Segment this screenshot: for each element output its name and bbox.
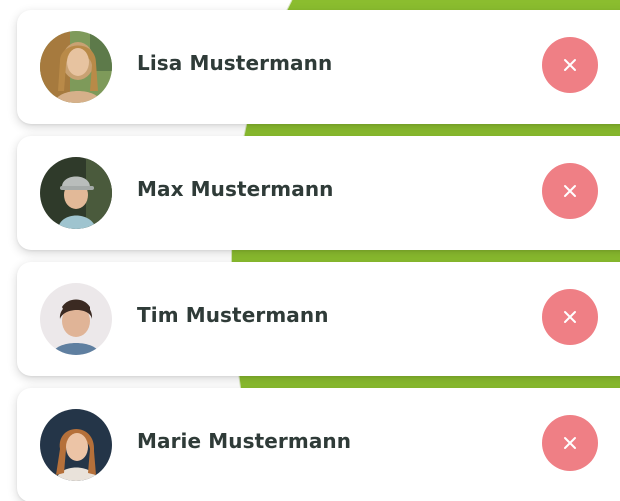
contact-name: Tim Mustermann: [137, 303, 329, 327]
avatar: [40, 283, 112, 355]
contact-card: Marie Mustermann: [17, 388, 620, 501]
remove-contact-button[interactable]: [542, 289, 598, 345]
contact-name: Lisa Mustermann: [137, 51, 333, 75]
avatar: [40, 157, 112, 229]
remove-contact-button[interactable]: [542, 415, 598, 471]
contact-list-screen: Lisa Mustermann Max Mustermann Tim Muste…: [0, 0, 620, 501]
close-icon: [564, 437, 576, 449]
contact-name: Marie Mustermann: [137, 429, 352, 453]
contact-card: Tim Mustermann: [17, 262, 620, 376]
close-icon: [564, 185, 576, 197]
close-icon: [564, 311, 576, 323]
remove-contact-button[interactable]: [542, 37, 598, 93]
contact-card: Lisa Mustermann: [17, 10, 620, 124]
contact-name: Max Mustermann: [137, 177, 334, 201]
avatar: [40, 31, 112, 103]
close-icon: [564, 59, 576, 71]
avatar: [40, 409, 112, 481]
contact-card: Max Mustermann: [17, 136, 620, 250]
remove-contact-button[interactable]: [542, 163, 598, 219]
